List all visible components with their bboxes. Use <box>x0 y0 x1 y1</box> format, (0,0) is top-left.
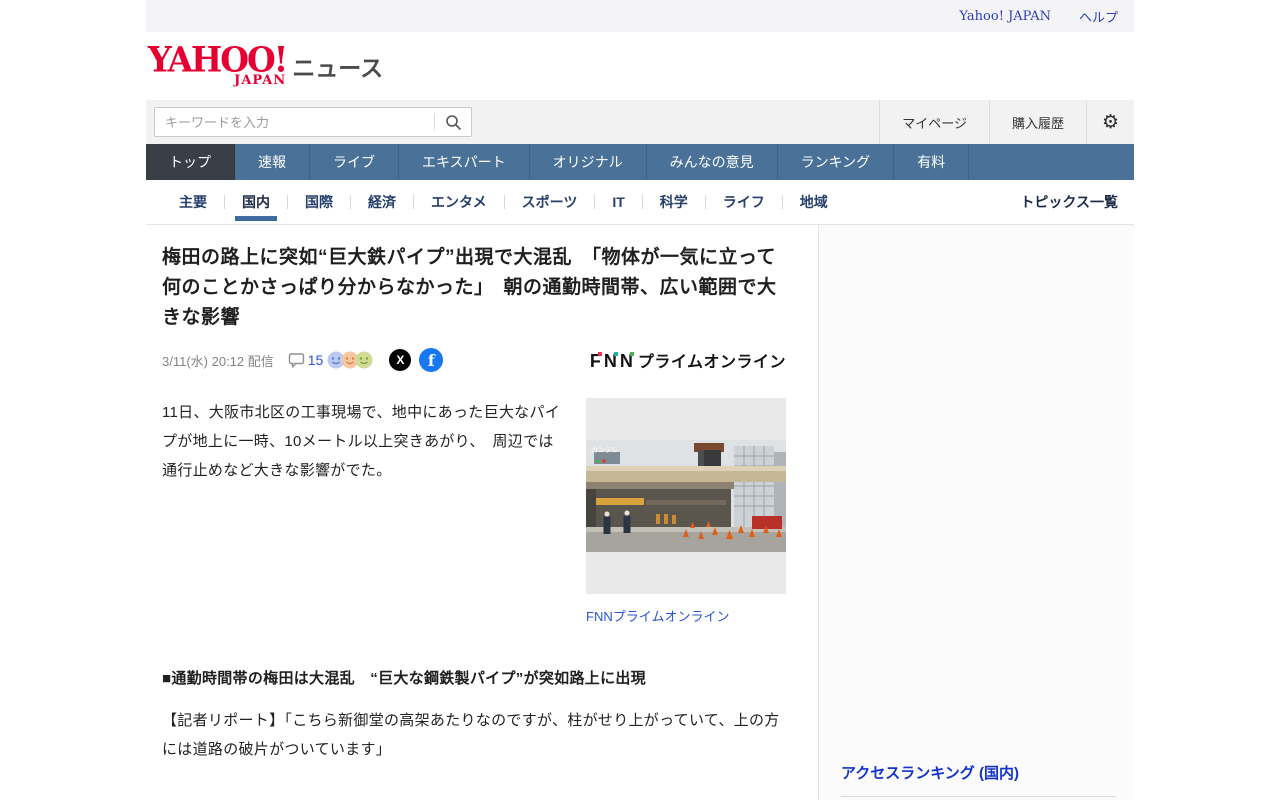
category-economy[interactable]: 経済 <box>351 180 413 225</box>
fnn-teal-accent <box>613 352 618 356</box>
yahoo-news-logo[interactable]: YAHOO! JAPAN ニュース <box>148 38 384 88</box>
gear-icon: ⚙ <box>1101 111 1120 133</box>
yahoo-logo-mark: YAHOO! JAPAN <box>148 38 288 88</box>
comment-count: 15 <box>307 352 324 368</box>
photo-caption-link[interactable]: FNNプライムオンライン <box>586 606 786 625</box>
nav-tab-expert[interactable]: エキスパート <box>399 144 530 180</box>
share-buttons: X f <box>389 348 444 372</box>
article-meta: 3/11(水) 20:12 配信 15 X f F N N プライムオンライン <box>162 348 786 372</box>
nav-tab-original[interactable]: オリジナル <box>530 144 647 180</box>
category-sports[interactable]: スポーツ <box>505 180 595 225</box>
yahoo-logo-text: YAHOO! <box>148 38 288 80</box>
fnn-logo-text: プライムオンライン <box>637 354 786 371</box>
share-x-button[interactable]: X <box>389 349 412 371</box>
category-it[interactable]: IT <box>595 180 641 225</box>
category-life[interactable]: ライフ <box>706 180 782 225</box>
page-container: Yahoo! JAPAN ヘルプ YAHOO! JAPAN ニュース マイページ <box>146 0 1134 800</box>
article-body-top: 11日、大阪市北区の工事現場で、地中にあった巨大なパイプが地上に一時、10メート… <box>162 398 786 625</box>
main-nav: トップ 速報 ライブ エキスパート オリジナル みんなの意見 ランキング 有料 <box>146 144 1134 180</box>
article-photo[interactable]: カンテレ <box>586 398 786 594</box>
site-header: YAHOO! JAPAN ニュース <box>146 32 1134 100</box>
facebook-icon: f <box>427 350 435 370</box>
main-area: 梅田の路上に突如“巨大鉄パイプ”出現で大混乱 「物体が一気に立って何のことかさっ… <box>146 225 1134 800</box>
category-nav: 主要 国内 国際 経済 エンタメ スポーツ IT 科学 ライフ 地域 トピックス… <box>146 180 1134 225</box>
nav-tab-live[interactable]: ライブ <box>310 144 399 180</box>
nav-tab-opinions[interactable]: みんなの意見 <box>647 144 778 180</box>
comment-bubble-icon <box>288 353 304 368</box>
yahoo-japan-link[interactable]: Yahoo! JAPAN <box>959 9 1051 24</box>
news-photo-illustration: カンテレ <box>586 440 786 552</box>
publish-date: 3/11(水) 20:12 配信 <box>162 353 274 369</box>
category-local[interactable]: 地域 <box>783 180 845 225</box>
fnn-letter-f: F <box>589 351 604 371</box>
nav-tab-paid[interactable]: 有料 <box>894 144 970 180</box>
comment-count-button[interactable]: 15 <box>288 352 324 368</box>
category-science[interactable]: 科学 <box>643 180 705 225</box>
category-main[interactable]: 主要 <box>162 180 224 225</box>
figure-column: カンテレ FNNプライムオンライン <box>586 398 786 625</box>
nav-tab-sokuhou[interactable]: 速報 <box>235 144 310 180</box>
fnn-green-accent <box>629 352 634 356</box>
search-box <box>154 107 472 137</box>
photo-watermark: カンテレ <box>591 446 619 454</box>
reaction-green-face-icon <box>355 351 373 369</box>
fnn-letter-n1: N <box>603 351 620 371</box>
category-entertainment[interactable]: エンタメ <box>414 180 504 225</box>
article-title: 梅田の路上に突如“巨大鉄パイプ”出現で大混乱 「物体が一気に立って何のことかさっ… <box>162 247 777 328</box>
lead-paragraph: 11日、大阪市北区の工事現場で、地中にあった巨大なパイプが地上に一時、10メート… <box>162 404 561 479</box>
top-bar: Yahoo! JAPAN ヘルプ <box>146 0 1134 32</box>
access-ranking-header: アクセスランキング (国内) <box>841 762 1116 797</box>
service-name-label: ニュース <box>292 54 384 81</box>
publisher-logo-link[interactable]: F N N プライムオンライン <box>590 348 786 372</box>
access-ranking-link[interactable]: アクセスランキング (国内) <box>841 765 1019 782</box>
purchase-history-button[interactable]: 購入履歴 <box>988 100 1086 144</box>
x-icon: X <box>396 353 405 367</box>
article: 梅田の路上に突如“巨大鉄パイプ”出現で大混乱 「物体が一気に立って何のことかさっ… <box>146 225 818 800</box>
fnn-letter-n2: N <box>619 351 636 371</box>
lead-column: 11日、大阪市北区の工事現場で、地中にあった巨大なパイプが地上に一時、10メート… <box>162 398 586 625</box>
fnn-logo: F N N <box>590 351 636 372</box>
search-icon <box>445 114 461 130</box>
category-world[interactable]: 国際 <box>288 180 350 225</box>
reaction-emojis[interactable] <box>327 351 373 369</box>
category-domestic[interactable]: 国内 <box>225 180 287 225</box>
mypage-button[interactable]: マイページ <box>879 100 989 144</box>
settings-button[interactable]: ⚙ <box>1086 100 1134 144</box>
section-heading: ■通勤時間帯の梅田は大混乱 “巨大な鋼鉄製パイプ”が突如路上に出現 <box>162 670 646 687</box>
search-row: マイページ 購入履歴 ⚙ <box>146 100 1134 144</box>
fnn-red-accent <box>597 352 602 356</box>
right-sidebar: アクセスランキング (国内) <box>818 225 1134 800</box>
nav-tab-ranking[interactable]: ランキング <box>778 144 895 180</box>
share-facebook-button[interactable]: f <box>419 348 444 372</box>
help-link[interactable]: ヘルプ <box>1079 7 1118 26</box>
nav-tab-top[interactable]: トップ <box>146 144 235 180</box>
search-button[interactable] <box>435 114 471 131</box>
article-paragraph: 【記者リポート】「こちら新御堂の高架あたりなのですが、柱がせり上がっていて、上の… <box>162 712 780 758</box>
search-input[interactable] <box>155 114 434 130</box>
topics-list-link[interactable]: トピックス一覧 <box>1020 192 1118 212</box>
